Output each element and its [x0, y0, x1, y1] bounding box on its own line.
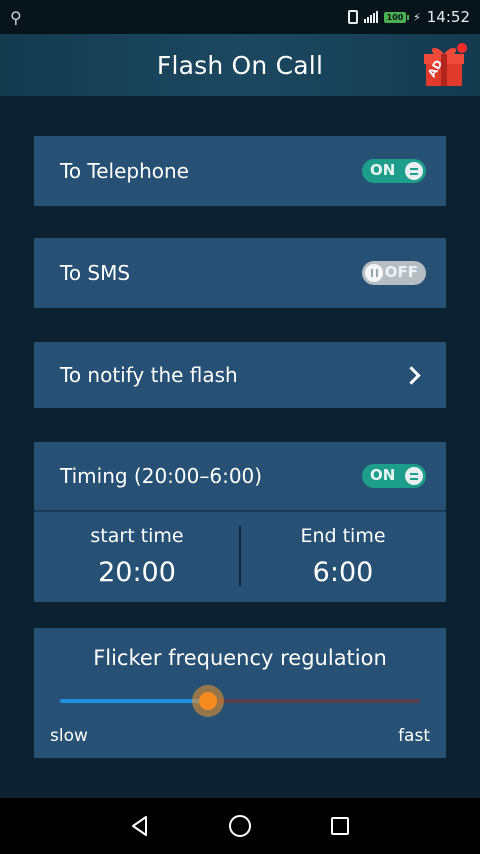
slider-fill [60, 699, 208, 703]
home-button[interactable] [220, 806, 260, 846]
slow-label: slow [50, 726, 88, 746]
recents-square-icon [331, 817, 349, 835]
start-time-picker[interactable]: start time 20:00 [34, 512, 240, 600]
back-triangle-icon [132, 816, 147, 836]
timing-setting: Timing (20:00–6:00) ON start time 20:00 … [34, 442, 446, 602]
start-time-label: start time [90, 524, 184, 547]
app-header: Flash On Call AD [0, 34, 480, 96]
battery-icon: 100 [384, 11, 410, 23]
signal-icon [364, 11, 379, 23]
back-button[interactable] [120, 806, 160, 846]
timing-toggle[interactable]: ON [362, 464, 426, 488]
flicker-title: Flicker frequency regulation [93, 646, 387, 670]
sms-label: To SMS [60, 261, 131, 285]
chevron-right-icon [402, 365, 421, 385]
sms-toggle[interactable]: OFF [362, 261, 426, 285]
flicker-setting: Flicker frequency regulation slow fast [34, 628, 446, 758]
status-icons: 100 ⚡ 14:52 [348, 8, 470, 26]
navigation-bar [0, 798, 480, 854]
ad-gift-icon[interactable]: AD [422, 42, 468, 88]
home-circle-icon [229, 815, 251, 837]
recents-button[interactable] [320, 806, 360, 846]
charging-icon: ⚡ [413, 10, 421, 24]
slider-thumb[interactable] [198, 692, 217, 710]
telephone-label: To Telephone [60, 159, 189, 183]
notify-label: To notify the flash [60, 363, 238, 387]
flicker-slider[interactable] [60, 685, 420, 717]
time-divider [239, 526, 241, 586]
telephone-setting: To Telephone ON [34, 136, 446, 206]
toggle-knob-icon [405, 162, 423, 180]
notify-setting[interactable]: To notify the flash [34, 342, 446, 408]
sms-setting: To SMS OFF [34, 238, 446, 308]
vibrate-icon [348, 10, 359, 24]
status-bar: ⚲ 100 ⚡ 14:52 [0, 0, 480, 34]
toggle-knob-icon [405, 467, 423, 485]
clock: 14:52 [426, 8, 470, 26]
page-title: Flash On Call [156, 50, 324, 80]
end-time-picker[interactable]: End time 6:00 [240, 512, 446, 600]
end-time-label: End time [300, 524, 386, 547]
usb-icon: ⚲ [10, 7, 22, 27]
fast-label: fast [398, 726, 430, 746]
toggle-knob-icon [365, 264, 383, 282]
start-time-value: 20:00 [98, 556, 176, 588]
timing-label: Timing (20:00–6:00) [60, 464, 263, 488]
end-time-value: 6:00 [312, 556, 374, 588]
telephone-toggle[interactable]: ON [362, 159, 426, 183]
